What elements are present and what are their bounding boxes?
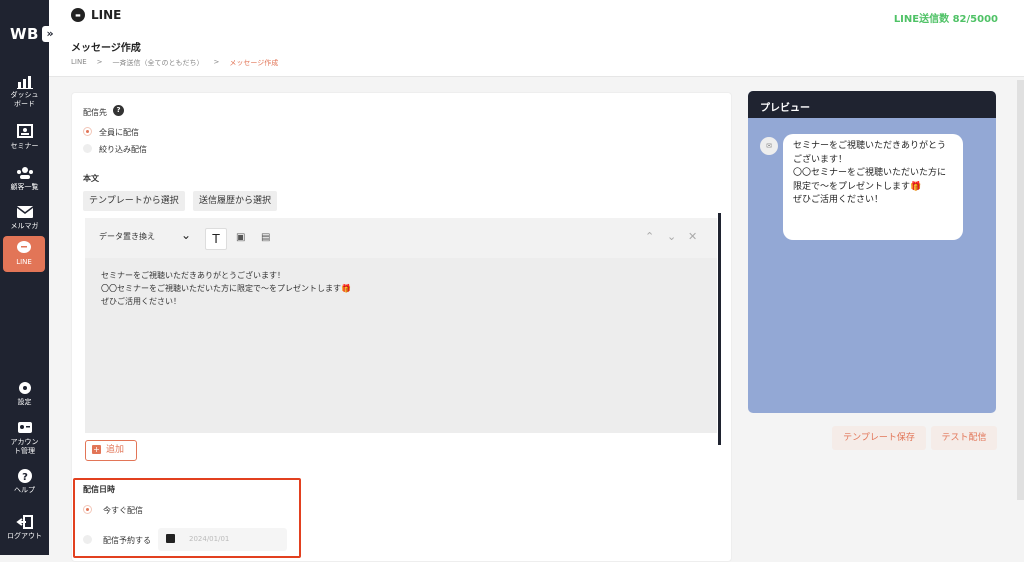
- image-icon[interactable]: ▣: [236, 232, 245, 243]
- sidebar-item-label: ダッシュ ボード: [10, 91, 39, 108]
- replace-data-dropdown[interactable]: データ置き換え: [99, 231, 155, 242]
- message-editor[interactable]: データ置き換え ⌄ T ▣ ▤ ⌃ ⌄ ✕ セミナーをご視聴いただきありがとうご…: [85, 218, 717, 433]
- move-down-icon[interactable]: ⌄: [667, 230, 676, 243]
- add-label: 追加: [106, 445, 125, 455]
- radio-all-label: 全員に配信: [99, 128, 139, 137]
- line-icon: [17, 241, 31, 253]
- chevron-down-icon[interactable]: ⌄: [181, 228, 191, 242]
- add-button[interactable]: + 追加: [85, 440, 137, 461]
- page-scrollbar[interactable]: [1017, 80, 1024, 500]
- svg-text:?: ?: [22, 472, 28, 483]
- brand-label: LINE: [91, 8, 122, 22]
- sidebar-item-mailmag[interactable]: メルマガ: [0, 204, 49, 231]
- sidebar-item-label: セミナー: [10, 142, 39, 150]
- save-template-button[interactable]: テンプレート保存: [832, 426, 926, 450]
- send-quota: LINE送信数 82/5000: [893, 14, 998, 25]
- sidebar-item-settings[interactable]: 設定: [0, 380, 49, 407]
- sidebar-item-help[interactable]: ? ヘルプ: [0, 468, 49, 495]
- sidebar: WB » ダッシュ ボード セミナー 顧客一覧 メルマガ LINE 設定 アカウ…: [0, 0, 58, 555]
- page-header: ▬ LINE LINE送信数 82/5000 メッセージ作成 LINE > 一斉…: [49, 0, 1024, 77]
- schedule-option-label: 配信予約する: [103, 536, 151, 545]
- users-icon: [16, 167, 33, 179]
- sidebar-item-label: LINE: [16, 258, 32, 266]
- radio-filtered-label: 絞り込み配信: [99, 145, 147, 154]
- plus-icon: +: [92, 445, 101, 454]
- bot-avatar: ✉: [760, 137, 778, 155]
- editor-scrollbar[interactable]: [718, 213, 721, 445]
- body-line: セミナーをご視聴いただきありがとうございます！: [101, 271, 285, 280]
- mail-icon: [16, 206, 33, 218]
- breadcrumb-separator: >: [96, 58, 103, 66]
- sidebar-item-label: ヘルプ: [14, 486, 35, 494]
- help-icon[interactable]: ?: [113, 105, 124, 116]
- body-line: 〇〇セミナーをご視聴いただいた方に限定で〜をプレゼントします🎁: [101, 284, 351, 293]
- account-icon: [17, 422, 32, 433]
- calendar-icon: [166, 534, 175, 543]
- logout-icon: [15, 515, 33, 529]
- file-icon[interactable]: ▤: [261, 232, 270, 243]
- message-body[interactable]: セミナーをご視聴いただきありがとうございます！ 〇〇セミナーをご視聴いただいた方…: [101, 269, 351, 308]
- schedule-label: 配信日時: [83, 485, 115, 494]
- preview-panel: プレビュー ✉ セミナーをご視聴いただきありがとうございます！ 〇〇セミナーをご…: [748, 91, 996, 413]
- preview-title: プレビュー: [748, 91, 996, 118]
- sidebar-item-logout[interactable]: ログアウト: [0, 514, 49, 541]
- preview-message-bubble: セミナーをご視聴いただきありがとうございます！ 〇〇セミナーをご視聴いただいた方…: [783, 134, 963, 240]
- breadcrumb-current: メッセージ作成: [229, 59, 279, 67]
- app-logo: WB: [10, 25, 39, 43]
- body-label: 本文: [83, 174, 99, 183]
- editor-toolbar: データ置き換え ⌄ T ▣ ▤ ⌃ ⌄ ✕: [85, 218, 717, 258]
- sidebar-item-label: 顧客一覧: [10, 183, 39, 191]
- sidebar-item-label: メルマガ: [10, 222, 39, 230]
- sidebar-item-account[interactable]: アカウン ト管理: [0, 420, 49, 456]
- breadcrumb-separator: >: [213, 58, 220, 66]
- sidebar-item-dashboard[interactable]: ダッシュ ボード: [0, 73, 49, 109]
- test-send-button[interactable]: テスト配信: [931, 426, 997, 450]
- page-title: メッセージ作成: [71, 43, 141, 54]
- radio-filtered-recipients[interactable]: [83, 144, 92, 153]
- send-now-label: 今すぐ配信: [103, 506, 143, 515]
- breadcrumb-line[interactable]: LINE: [71, 58, 87, 68]
- breadcrumb: LINE > 一斉送信（全てのともだち） > メッセージ作成: [71, 58, 278, 68]
- recipient-label: 配信先: [83, 108, 107, 117]
- help-icon: ?: [17, 469, 32, 483]
- text-format-button[interactable]: T: [205, 228, 227, 250]
- date-placeholder: 2024/01/01: [189, 535, 230, 543]
- sidebar-item-label: アカウン ト管理: [10, 438, 39, 455]
- template-select-button[interactable]: テンプレートから選択: [83, 191, 185, 211]
- sidebar-item-seminar[interactable]: セミナー: [0, 124, 49, 151]
- sidebar-item-customers[interactable]: 顧客一覧: [0, 165, 49, 192]
- close-icon[interactable]: ✕: [688, 230, 697, 243]
- line-bubble-icon: ▬: [71, 8, 85, 22]
- schedule-date-input[interactable]: 2024/01/01: [158, 528, 287, 551]
- line-brand: ▬ LINE: [71, 8, 121, 22]
- history-select-button[interactable]: 送信履歴から選択: [193, 191, 278, 211]
- chart-icon: [16, 76, 33, 89]
- sidebar-item-line[interactable]: LINE: [3, 236, 45, 272]
- radio-schedule[interactable]: [83, 535, 92, 544]
- message-form: 配信先 ? 全員に配信 絞り込み配信 本文 テンプレートから選択 送信履歴から選…: [71, 92, 732, 562]
- radio-send-now[interactable]: [83, 505, 92, 514]
- sidebar-item-label: ログアウト: [7, 532, 42, 540]
- sidebar-item-label: 設定: [17, 398, 32, 406]
- expand-sidebar-button[interactable]: »: [42, 26, 58, 42]
- body-line: ぜひご活用ください！: [101, 297, 181, 306]
- radio-all-recipients[interactable]: [83, 127, 92, 136]
- breadcrumb-broadcast[interactable]: 一斉送信（全てのともだち）: [113, 58, 204, 68]
- gear-icon: [18, 382, 31, 394]
- move-up-icon[interactable]: ⌃: [645, 230, 654, 243]
- seminar-icon: [16, 124, 33, 138]
